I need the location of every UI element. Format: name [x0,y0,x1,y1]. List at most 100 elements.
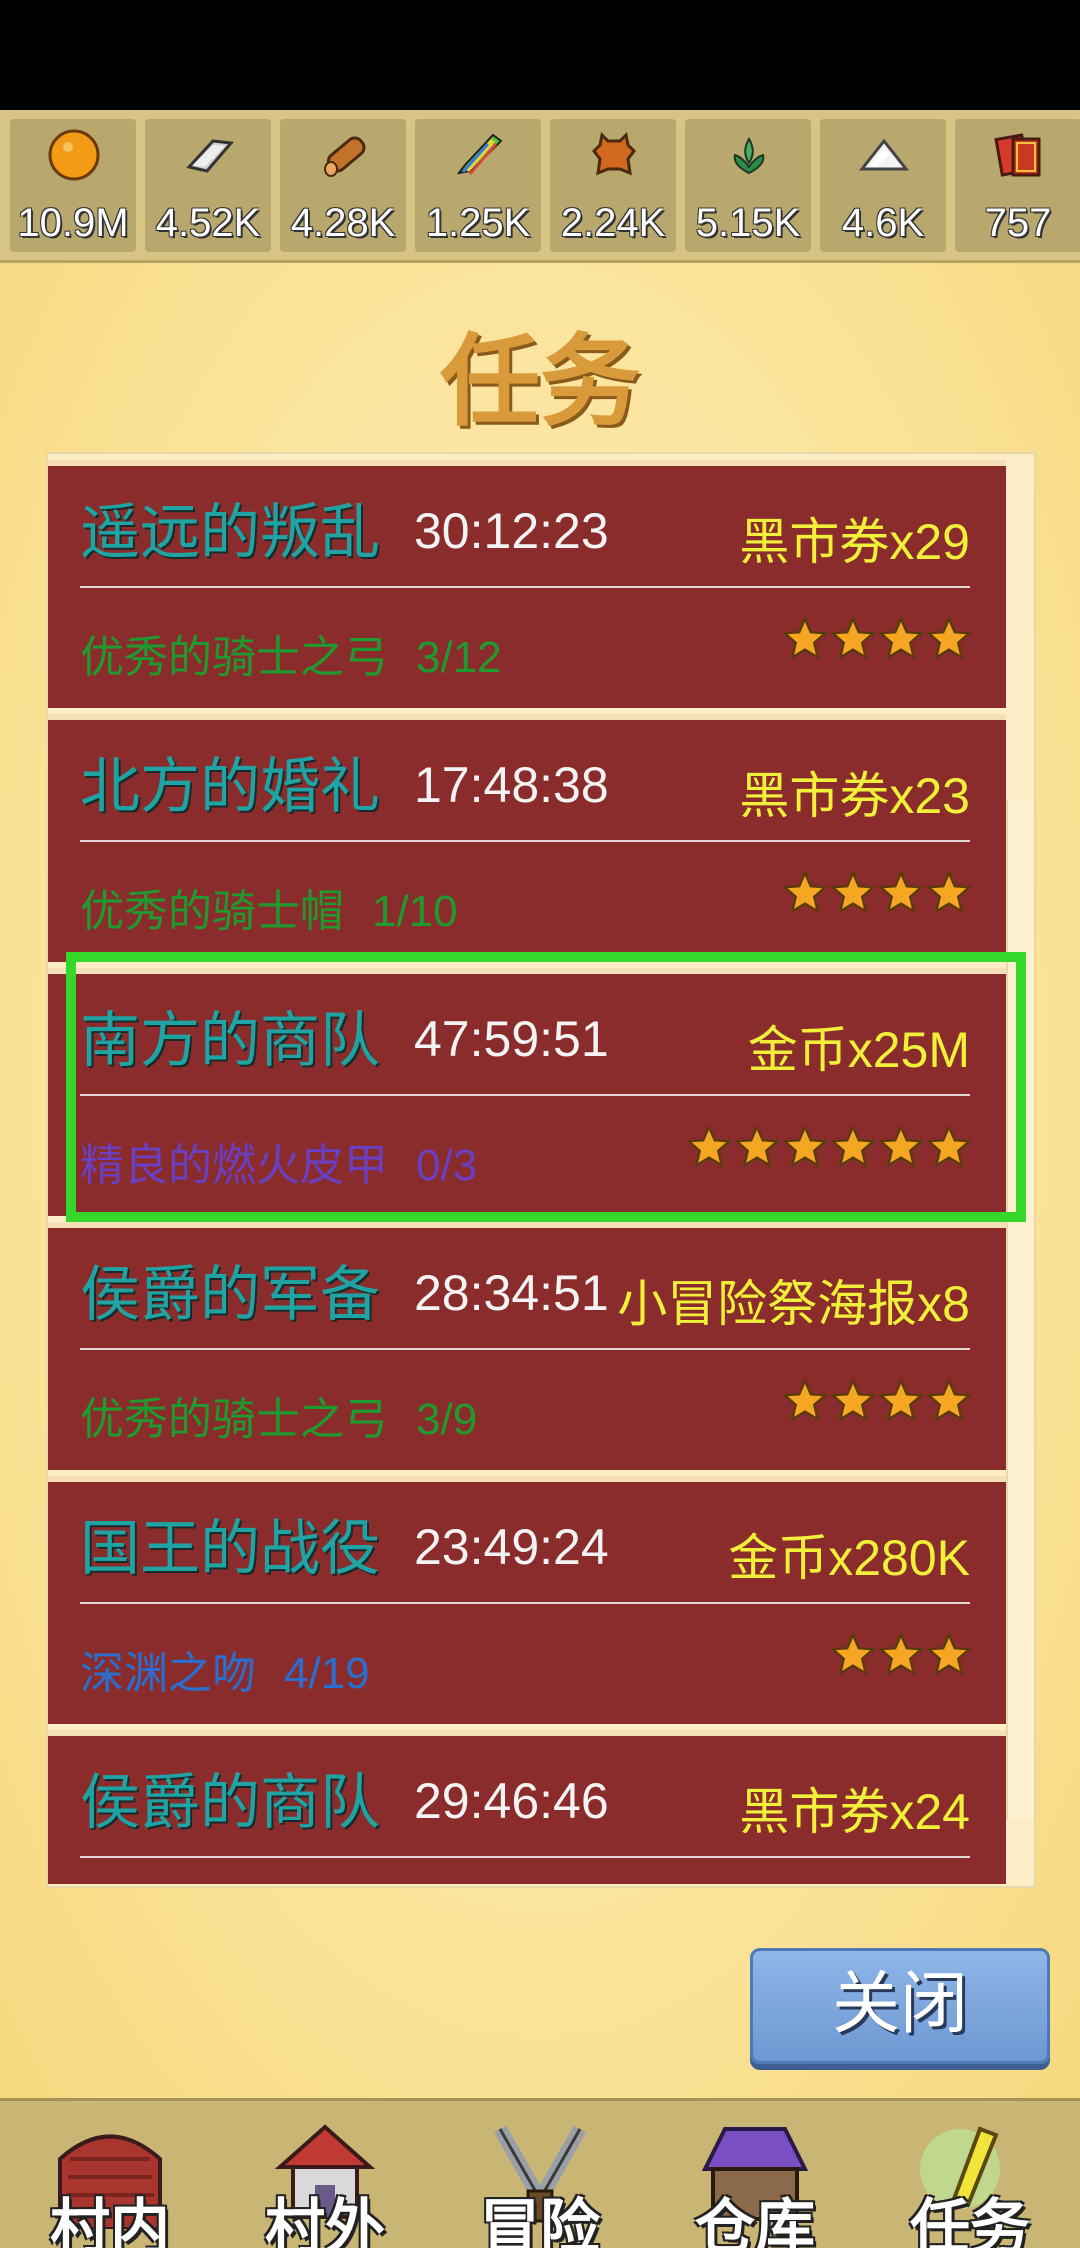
star-icon [830,1632,876,1676]
white-powder-icon [858,138,910,171]
quest-item[interactable]: 国王的战役 23:49:24 金币x280K 深渊之吻 4/19 [48,1476,1006,1724]
resource-value: 2.24K [560,201,666,245]
star-icon [926,1378,972,1422]
quest-rating [780,1378,972,1432]
divider [80,1856,970,1858]
quest-reward: 黑市券x23 [739,768,970,824]
resource-value: 5.15K [695,201,801,245]
quest-timer: 28:34:51 [414,1265,609,1321]
quest-requirement: 优秀的骑士帽 1/10 [80,875,458,939]
quest-rating [780,616,972,670]
quest-item[interactable]: 北方的婚礼 17:48:38 黑市券x23 优秀的骑士帽 1/10 [48,714,1006,962]
resource-value: 757 [984,201,1052,245]
quest-timer: 23:49:24 [414,1519,609,1575]
divider [80,586,970,588]
status-bar [0,0,1080,110]
quest-reward: 黑市券x24 [739,1784,970,1840]
bottom-nav: 村内 村外 冒险 仓库 任务 [0,2098,1080,2248]
resource-powder: 4.6K [820,119,946,252]
star-icon [878,1378,924,1422]
quest-reward: 金币x25M [747,1022,970,1078]
resource-value: 1.25K [425,201,531,245]
star-icon [782,1124,828,1168]
quest-requirement: 深渊之吻 4/19 [80,1637,370,1701]
quest-timer: 30:12:23 [414,503,609,559]
resource-wood: 4.28K [280,119,406,252]
scrollbar[interactable] [1006,800,1034,1820]
quest-name: 遥远的叛乱 [80,498,380,568]
leather-hide-icon [592,131,636,176]
requirement-item: 深渊之吻 [80,1648,256,1699]
quest-reward: 小冒险祭海报x8 [617,1276,970,1332]
resource-herb: 5.15K [685,119,811,252]
nav-label: 村内 [50,2193,170,2248]
quest-requirement: 优秀的骑士之弓 3/12 [80,621,502,685]
quest-reward: 黑市券x29 [739,514,970,570]
quest-reward: 金币x280K [728,1530,970,1586]
star-icon [830,1124,876,1168]
divider [80,1094,970,1096]
rainbow-crystal-icon [456,133,503,175]
star-icon [782,1378,828,1422]
star-icon [878,1124,924,1168]
resource-crystal: 1.25K [415,119,541,252]
quest-timer: 47:59:51 [414,1011,609,1067]
quest-rating [780,870,972,924]
resource-bar: 10.9M 4.52K 4.28K 1.25K 2.24K 5.15K 4.6K… [0,110,1080,263]
herb-icon [733,137,765,175]
star-icon [830,616,876,660]
quest-rating [828,1632,972,1686]
nav-label: 冒险 [480,2193,600,2248]
quest-item[interactable]: 侯爵的商队 29:46:46 黑市券x24 [48,1730,1006,1884]
star-icon [878,1632,924,1676]
star-icon [782,616,828,660]
star-icon [734,1124,780,1168]
quest-rating [684,1124,972,1178]
quest-item-selected[interactable]: 南方的商队 47:59:51 金币x25M 精良的燃火皮甲 0/3 [48,968,1006,1216]
divider [80,1348,970,1350]
ticket-cards-icon [994,133,1041,177]
nav-warehouse[interactable]: 仓库 [675,2119,835,2248]
requirement-count: 4/19 [284,1649,370,1698]
page-title: 任务 [440,323,640,440]
nav-label: 任务 [910,2193,1030,2248]
star-icon [686,1124,732,1168]
quest-timer: 29:46:46 [414,1773,609,1829]
close-button[interactable]: 关闭 [750,1948,1050,2064]
resource-iron: 4.52K [145,119,271,252]
resource-leather: 2.24K [550,119,676,252]
quest-item[interactable]: 侯爵的军备 28:34:51 小冒险祭海报x8 优秀的骑士之弓 3/9 [48,1222,1006,1470]
requirement-item: 优秀的骑士帽 [80,886,344,937]
divider [80,1602,970,1604]
requirement-item: 优秀的骑士之弓 [80,632,388,683]
nav-label: 仓库 [695,2193,815,2248]
star-icon [782,870,828,914]
quest-name: 北方的婚礼 [80,752,380,822]
star-icon [830,1378,876,1422]
nav-label: 村外 [265,2193,385,2248]
quest-timer: 17:48:38 [414,757,609,813]
requirement-count: 3/9 [416,1395,478,1444]
nav-village-outside[interactable]: 村外 [245,2119,405,2248]
quest-requirement: 优秀的骑士之弓 3/9 [80,1383,477,1447]
iron-ingot-icon [186,139,234,173]
gold-coin-icon [48,129,100,181]
star-icon [878,616,924,660]
quest-item[interactable]: 遥远的叛乱 30:12:23 黑市券x29 优秀的骑士之弓 3/12 [48,460,1006,708]
star-icon [878,870,924,914]
star-icon [926,1124,972,1168]
resource-value: 4.52K [155,201,261,245]
resource-value: 4.28K [290,201,396,245]
star-icon [830,870,876,914]
resource-tickets: 757 [955,119,1080,252]
nav-adventure[interactable]: 冒险 [460,2119,620,2248]
requirement-item: 精良的燃火皮甲 [80,1140,388,1191]
star-icon [926,870,972,914]
resource-value: 4.6K [841,201,925,245]
nav-village-inside[interactable]: 村内 [30,2119,190,2248]
nav-quests[interactable]: 任务 [890,2119,1050,2248]
star-icon [926,616,972,660]
requirement-item: 优秀的骑士之弓 [80,1394,388,1445]
wood-log-icon [324,136,366,177]
divider [80,840,970,842]
